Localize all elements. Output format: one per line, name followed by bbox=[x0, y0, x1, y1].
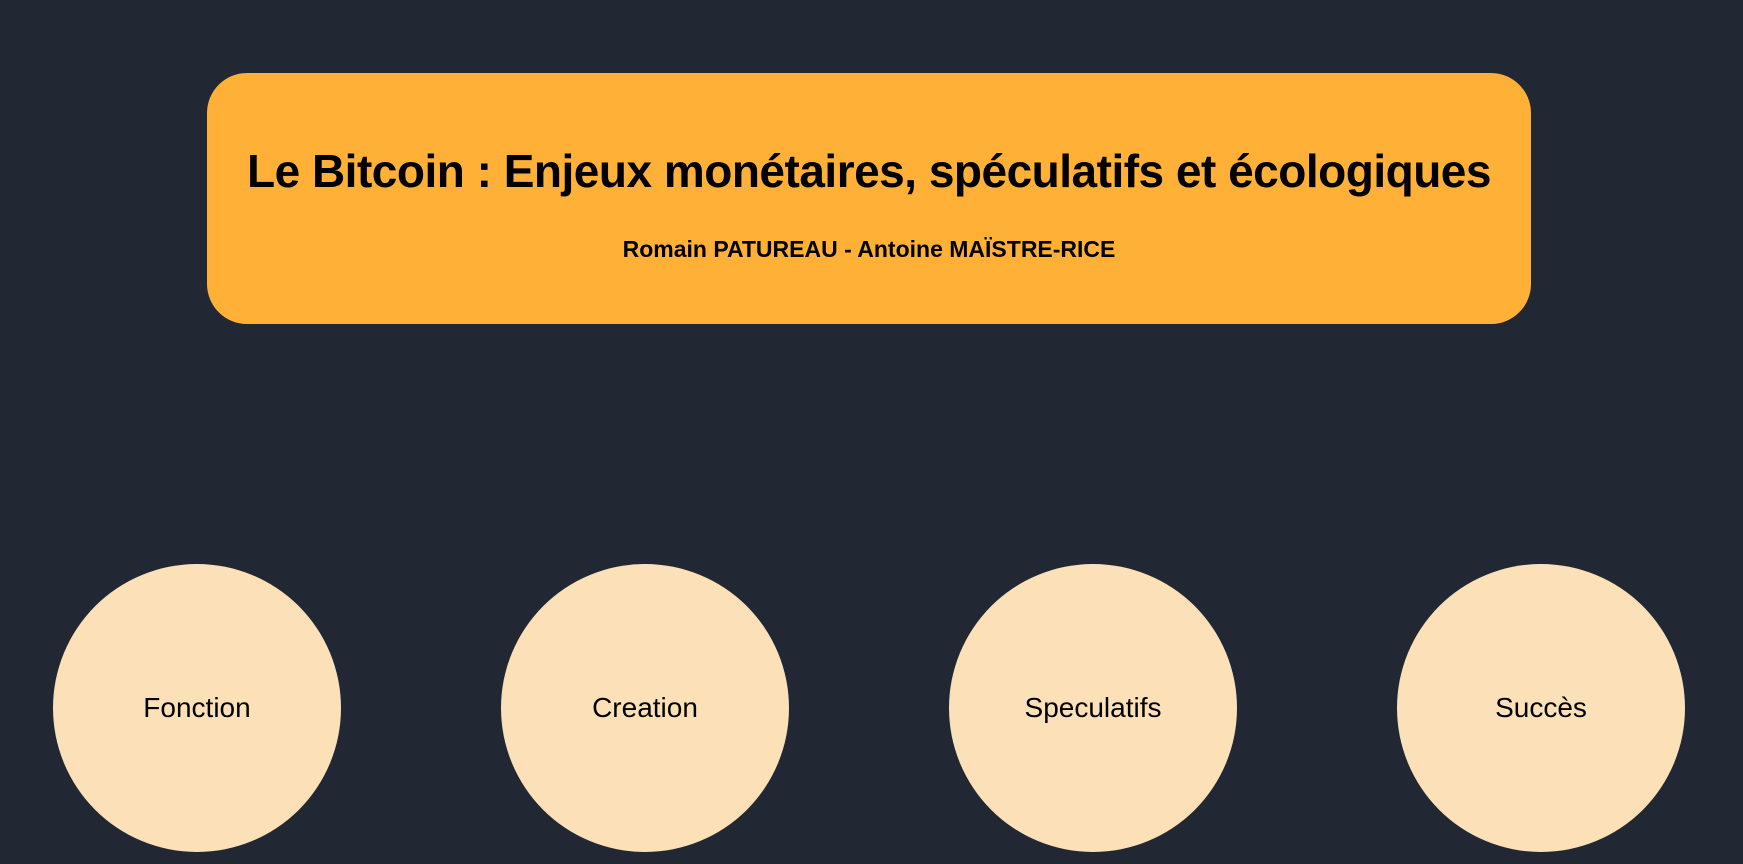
topic-label: Creation bbox=[592, 692, 698, 723]
topic-label: Speculatifs bbox=[1024, 692, 1162, 723]
topic-fonction-button[interactable]: Fonction bbox=[53, 564, 341, 852]
page-title: Le Bitcoin : Enjeux monétaires, spéculat… bbox=[247, 145, 1491, 197]
topic-creation-button[interactable]: Creation bbox=[501, 564, 789, 852]
header-card: Le Bitcoin : Enjeux monétaires, spéculat… bbox=[207, 73, 1531, 324]
topic-label: Succès bbox=[1495, 692, 1587, 723]
authors-subtitle: Romain PATUREAU - Antoine MAÏSTRE-RICE bbox=[622, 236, 1116, 262]
topic-speculatifs-button[interactable]: Speculatifs bbox=[949, 564, 1237, 852]
topic-label: Fonction bbox=[143, 692, 251, 723]
topic-succes-button[interactable]: Succès bbox=[1397, 564, 1685, 852]
